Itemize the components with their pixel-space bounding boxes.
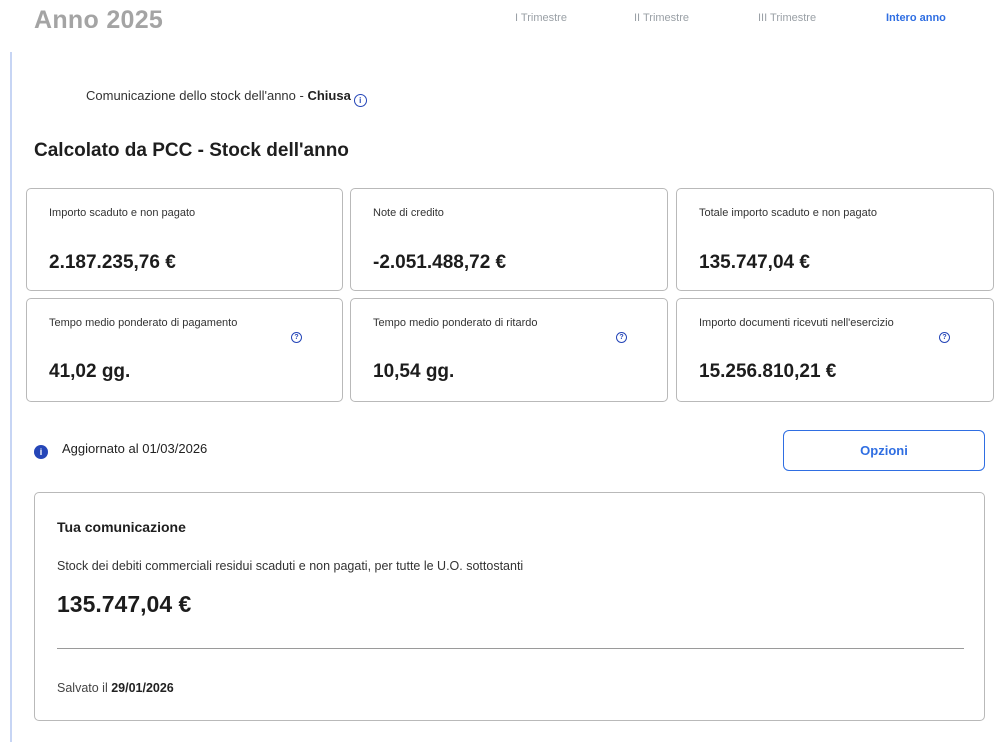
card-avg-payment-time: Tempo medio ponderato di pagamento ? 41,… [26,298,343,402]
communication-panel: Tua comunicazione Stock dei debiti comme… [34,492,985,721]
card-label: Tempo medio ponderato di ritardo [373,317,538,329]
card-value: 41,02 gg. [49,361,131,382]
update-info: i Aggiornato al 01/03/2026 [34,441,207,459]
saved-date: 29/01/2026 [111,681,174,695]
divider [57,648,964,649]
card-value: 135.747,04 € [699,252,810,273]
help-icon[interactable]: ? [939,332,950,343]
card-label: Note di credito [373,207,444,219]
saved-label: Salvato il [57,681,112,695]
card-value: 10,54 gg. [373,361,455,382]
options-button[interactable]: Opzioni [783,430,985,471]
communication-amount: 135.747,04 € [57,591,192,617]
card-overdue-unpaid: Importo scaduto e non pagato 2.187.235,7… [26,188,343,291]
card-label: Importo documenti ricevuti nell'esercizi… [699,317,894,329]
saved-info: Salvato il 29/01/2026 [57,681,174,695]
status-value: Chiusa [307,88,351,103]
card-label: Totale importo scaduto e non pagato [699,207,877,219]
tab-full-year[interactable]: Intero anno [886,12,946,24]
card-value: -2.051.488,72 € [373,252,507,273]
info-icon: i [34,445,48,459]
update-text: Aggiornato al 01/03/2026 [62,441,208,456]
left-rule [10,52,12,742]
communication-status: Comunicazione dello stock dell'anno - Ch… [86,88,367,107]
communication-description: Stock dei debiti commerciali residui sca… [57,559,524,573]
tab-first-quarter[interactable]: I Trimestre [515,12,567,24]
card-label: Tempo medio ponderato di pagamento [49,317,238,329]
section-title: Calcolato da PCC - Stock dell'anno [34,140,349,161]
card-credit-notes: Note di credito -2.051.488,72 € [350,188,668,291]
card-value: 15.256.810,21 € [699,361,837,382]
communication-title: Tua comunicazione [57,519,186,535]
card-total-overdue: Totale importo scaduto e non pagato 135.… [676,188,994,291]
card-documents-received: Importo documenti ricevuti nell'esercizi… [676,298,994,402]
card-avg-delay-time: Tempo medio ponderato di ritardo ? 10,54… [350,298,668,402]
card-value: 2.187.235,76 € [49,252,176,273]
period-tabs: I Trimestre II Trimestre III Trimestre I… [0,12,996,32]
info-icon[interactable]: i [353,94,367,107]
tab-third-quarter[interactable]: III Trimestre [758,12,816,24]
help-icon[interactable]: ? [616,332,627,343]
card-label: Importo scaduto e non pagato [49,207,196,219]
status-prefix: Comunicazione dello stock dell'anno - [86,88,308,103]
help-icon[interactable]: ? [291,332,302,343]
tab-second-quarter[interactable]: II Trimestre [634,12,689,24]
